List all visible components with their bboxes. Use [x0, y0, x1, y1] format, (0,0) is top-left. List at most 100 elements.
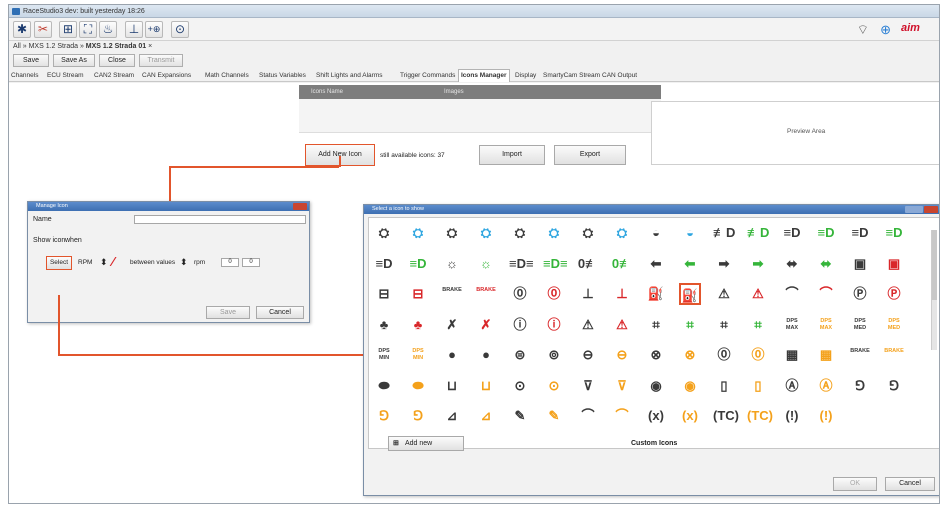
icon-cell[interactable]: DPS MAX — [815, 314, 837, 336]
tab-can2-stream[interactable]: CAN2 Stream — [94, 70, 134, 82]
condition-select[interactable]: between values — [130, 259, 175, 266]
icon-cell[interactable]: (TC) — [713, 405, 739, 427]
tab-trigger-commands[interactable]: Trigger Commands — [400, 70, 455, 82]
icon-cell[interactable]: ⊗ — [645, 344, 667, 366]
icon-cell[interactable]: ▦ — [815, 344, 837, 366]
icon-cell[interactable]: Ⓟ — [883, 283, 905, 305]
tab-can-expansions[interactable]: CAN Expansions — [142, 70, 191, 82]
tab-can-output[interactable]: CAN Output — [602, 70, 637, 82]
icon-cell[interactable]: ⌒ — [611, 405, 633, 427]
breadcrumb-item-1[interactable]: MXS 1.2 Strada — [29, 43, 78, 50]
icon-cell[interactable]: ⊚ — [543, 344, 565, 366]
icon-cell[interactable]: ⅁ — [373, 405, 395, 427]
channel-select[interactable]: RPM — [78, 259, 92, 266]
icon-cell[interactable]: ✗ — [441, 314, 463, 336]
channel-spinner-icon[interactable]: ⬍ — [100, 257, 108, 268]
icon-cell[interactable]: ≢D — [713, 222, 735, 244]
icon-cell[interactable]: ✗ — [475, 314, 497, 336]
icon-cell[interactable]: ⌒ — [815, 283, 837, 305]
icon-cell[interactable]: ⌗ — [713, 314, 735, 336]
window-controls-icon[interactable] — [905, 206, 923, 213]
cancel-button[interactable]: Cancel — [256, 306, 304, 319]
icon-cell[interactable]: ▣ — [883, 253, 905, 275]
icon-cell[interactable]: DPS MAX — [781, 314, 803, 336]
icon-cell[interactable]: ⓪ — [543, 283, 565, 305]
icon-cell[interactable]: ⊖ — [577, 344, 599, 366]
icon-cell[interactable]: ⛽ — [679, 283, 701, 305]
icon-cell[interactable]: ⊙ — [543, 375, 565, 397]
icon-cell[interactable]: ≡D — [849, 222, 871, 244]
icon-cell[interactable]: Ⓐ — [781, 375, 803, 397]
transmit-button[interactable]: Transmit — [139, 54, 183, 67]
icon-cell[interactable]: (!) — [815, 405, 837, 427]
icon-cell[interactable]: ⊽ — [577, 375, 599, 397]
condition-spinner-icon[interactable]: ⬍ — [180, 257, 188, 268]
breadcrumb-item-2[interactable]: MXS 1.2 Strada 01 — [86, 43, 146, 50]
export-button[interactable]: Export — [554, 145, 626, 165]
icon-cell[interactable]: ⊜ — [509, 344, 531, 366]
icon-cell[interactable]: ⓪ — [509, 283, 531, 305]
icon-cell[interactable]: (x) — [679, 405, 701, 427]
close-button[interactable]: Close — [99, 54, 135, 67]
icon-cell[interactable]: ⬌ — [781, 253, 803, 275]
icon-cell[interactable]: ⊙ — [509, 375, 531, 397]
select-channel-button[interactable]: Select — [46, 256, 72, 270]
icon-cell[interactable]: ⊖ — [611, 344, 633, 366]
icon-cell[interactable]: DPS MIN — [373, 344, 395, 366]
icon-cell[interactable]: ⛽ — [645, 283, 667, 305]
icon-cell[interactable]: ⬬ — [373, 375, 395, 397]
icon-cell[interactable]: ◒ — [679, 222, 701, 244]
toolbar-button-7[interactable]: +⊕ — [145, 21, 163, 38]
icon-cell[interactable]: ▯ — [747, 375, 769, 397]
icon-cell[interactable]: ⌒ — [781, 283, 803, 305]
icon-cell[interactable]: ⌗ — [679, 314, 701, 336]
ok-button[interactable]: OK — [833, 477, 877, 491]
toolbar-button-5[interactable]: ♨ — [99, 21, 117, 38]
toolbar-button-6[interactable]: ⊥ — [125, 21, 143, 38]
value-from-input[interactable]: 0 — [221, 258, 239, 267]
icon-cell[interactable]: ⓪ — [713, 344, 735, 366]
icon-cell[interactable]: ☼ — [475, 253, 497, 275]
icon-cell[interactable]: BRAKE — [441, 283, 463, 305]
icons-table[interactable] — [299, 99, 661, 133]
icon-cell[interactable]: ≡D — [407, 253, 429, 275]
icon-cell[interactable]: ⊿ — [475, 405, 497, 427]
icon-cell[interactable]: 0≢ — [577, 253, 599, 275]
icon-cell[interactable]: 0≢ — [611, 253, 633, 275]
save-button[interactable]: Save — [206, 306, 250, 319]
icon-cell[interactable]: DPS MIN — [407, 344, 429, 366]
icon-cell[interactable]: (!) — [781, 405, 803, 427]
add-new-button[interactable]: ⊞ Add new — [388, 436, 464, 451]
icon-cell[interactable]: ♣ — [407, 314, 429, 336]
icon-cell[interactable]: ⊥ — [611, 283, 633, 305]
icon-cell[interactable]: ☼ — [441, 253, 463, 275]
icon-cell[interactable]: ⌒ — [577, 405, 599, 427]
icon-cell[interactable]: ◉ — [645, 375, 667, 397]
icon-cell[interactable]: ⛭ — [611, 222, 633, 244]
globe-icon[interactable]: ⊕ — [880, 21, 891, 38]
icon-cell[interactable]: (TC) — [747, 405, 773, 427]
icon-cell[interactable]: ≡D — [781, 222, 803, 244]
icon-cell[interactable]: ➡ — [747, 253, 769, 275]
icon-cell[interactable]: ♣ — [373, 314, 395, 336]
icon-cell[interactable]: BRAKE — [475, 283, 497, 305]
breadcrumb-root[interactable]: All — [13, 43, 21, 50]
icon-cell[interactable]: ⬅ — [679, 253, 701, 275]
import-button[interactable]: Import — [479, 145, 545, 165]
icon-cell[interactable]: ⌗ — [747, 314, 769, 336]
icon-cell[interactable]: ✎ — [509, 405, 531, 427]
toolbar-button-2[interactable]: ✂ — [34, 21, 52, 38]
icon-cell[interactable]: ⚠ — [577, 314, 599, 336]
icon-cell[interactable]: ● — [475, 344, 497, 366]
wifi-icon[interactable]: ⌔ — [857, 21, 869, 38]
tab-ecu-stream[interactable]: ECU Stream — [47, 70, 83, 82]
icon-cell[interactable]: ⅁ — [883, 375, 905, 397]
icon-cell[interactable]: ⌗ — [645, 314, 667, 336]
icon-cell[interactable]: ⅁ — [849, 375, 871, 397]
icon-cell[interactable]: ◒ — [645, 222, 667, 244]
tab-smartycam-stream[interactable]: SmartyCam Stream — [543, 70, 600, 82]
scrollbar[interactable] — [931, 230, 937, 350]
toolbar-button-3[interactable]: ⊞ — [59, 21, 77, 38]
icon-cell[interactable]: ⊿ — [441, 405, 463, 427]
icon-cell[interactable]: ⛭ — [543, 222, 565, 244]
